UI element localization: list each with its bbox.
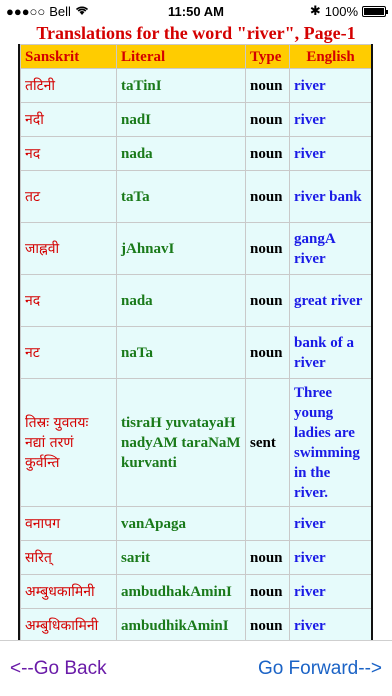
type-cell: noun [245,102,290,137]
type-cell: noun [245,68,290,103]
english-cell: great river [289,274,371,327]
literal-cell: jAhnavI [116,222,246,275]
type-cell: noun [245,326,290,379]
sanskrit-cell: नट [20,326,117,379]
english-cell: river [289,608,371,640]
go-back-button[interactable]: <--Go Back [10,658,107,680]
table-row[interactable]: नद nada noun great river [20,274,371,327]
status-bar: ●●●○○ Bell 11:50 AM ✱ 100% [0,0,392,22]
sanskrit-cell: नदी [20,102,117,137]
status-left: ●●●○○ Bell [6,4,89,19]
sanskrit-cell: वनापग [20,506,117,541]
table-row[interactable]: तटिनी taTinI noun river [20,68,371,103]
type-cell: noun [245,136,290,171]
sanskrit-cell: तिस्रः युवतयः नद्यां तरणं कुर्वन्ति [20,378,117,507]
english-cell: river [289,68,371,103]
status-right: ✱ 100% [309,3,388,19]
english-cell: river [289,136,371,171]
type-cell: noun [245,608,290,640]
sanskrit-cell: अम्बुधिकामिनी [20,608,117,640]
literal-cell: taTa [116,170,246,223]
header-literal: Literal [116,44,246,69]
table-row[interactable]: तट taTa noun river bank [20,170,371,223]
literal-cell: nada [116,274,246,327]
english-cell: river [289,102,371,137]
sanskrit-cell: सरित् [20,540,117,575]
table-row[interactable]: वनापग vanApaga river [20,506,371,541]
table-row[interactable]: जाह्नवी jAhnavI noun gangA river [20,222,371,275]
go-forward-button[interactable]: Go Forward--> [258,658,382,680]
signal-dots-icon: ●●●○○ [6,3,46,19]
bottom-nav-bar: <--Go Back Go Forward--> [0,640,392,696]
english-cell: river [289,540,371,575]
page-title: Translations for the word "river", Page-… [36,23,356,43]
translations-table-container[interactable]: Sanskrit Literal Type English तटिनी taTi… [18,44,373,640]
battery-icon [362,5,388,17]
translations-table: Sanskrit Literal Type English तटिनी taTi… [20,44,371,640]
type-cell: noun [245,170,290,223]
carrier-label: Bell [49,3,71,19]
table-row[interactable]: सरित् sarit noun river [20,540,371,575]
english-cell: river [289,506,371,541]
literal-cell: taTinI [116,68,246,103]
table-row[interactable]: अम्बुधकामिनी ambudhakAminI noun river [20,574,371,609]
wifi-icon [75,4,89,19]
literal-cell: sarit [116,540,246,575]
battery-label: 100% [324,3,358,19]
header-sanskrit: Sanskrit [20,44,117,69]
table-row[interactable]: अम्बुधिकामिनी ambudhikAminI noun river [20,608,371,640]
sanskrit-cell: नद [20,136,117,171]
english-cell: bank of a river [289,326,371,379]
type-cell: noun [245,540,290,575]
type-cell [245,506,290,541]
literal-cell: nada [116,136,246,171]
sanskrit-cell: नद [20,274,117,327]
sanskrit-cell: तट [20,170,117,223]
literal-cell: nadI [116,102,246,137]
table-header-row: Sanskrit Literal Type English [20,44,371,69]
type-cell: noun [245,222,290,275]
english-cell: river [289,574,371,609]
literal-cell: naTa [116,326,246,379]
sanskrit-cell: जाह्नवी [20,222,117,275]
table-row[interactable]: नद nada noun river [20,136,371,171]
header-english: English [289,44,371,69]
literal-cell: tisraH yuvatayaH nadyAM taraNaM kurvanti [116,378,246,507]
literal-cell: vanApaga [116,506,246,541]
type-cell: sent [245,378,290,507]
type-cell: noun [245,574,290,609]
sanskrit-cell: तटिनी [20,68,117,103]
english-cell: Three young ladies are swimming in the r… [289,378,371,507]
header-type: Type [245,44,290,69]
table-row[interactable]: तिस्रः युवतयः नद्यां तरणं कुर्वन्ति tisr… [20,378,371,507]
english-cell: river bank [289,170,371,223]
type-cell: noun [245,274,290,327]
english-cell: gangA river [289,222,371,275]
bluetooth-icon: ✱ [309,3,321,18]
table-row[interactable]: नट naTa noun bank of a river [20,326,371,379]
sanskrit-cell: अम्बुधकामिनी [20,574,117,609]
table-row[interactable]: नदी nadI noun river [20,102,371,137]
literal-cell: ambudhikAminI [116,608,246,640]
literal-cell: ambudhakAminI [116,574,246,609]
